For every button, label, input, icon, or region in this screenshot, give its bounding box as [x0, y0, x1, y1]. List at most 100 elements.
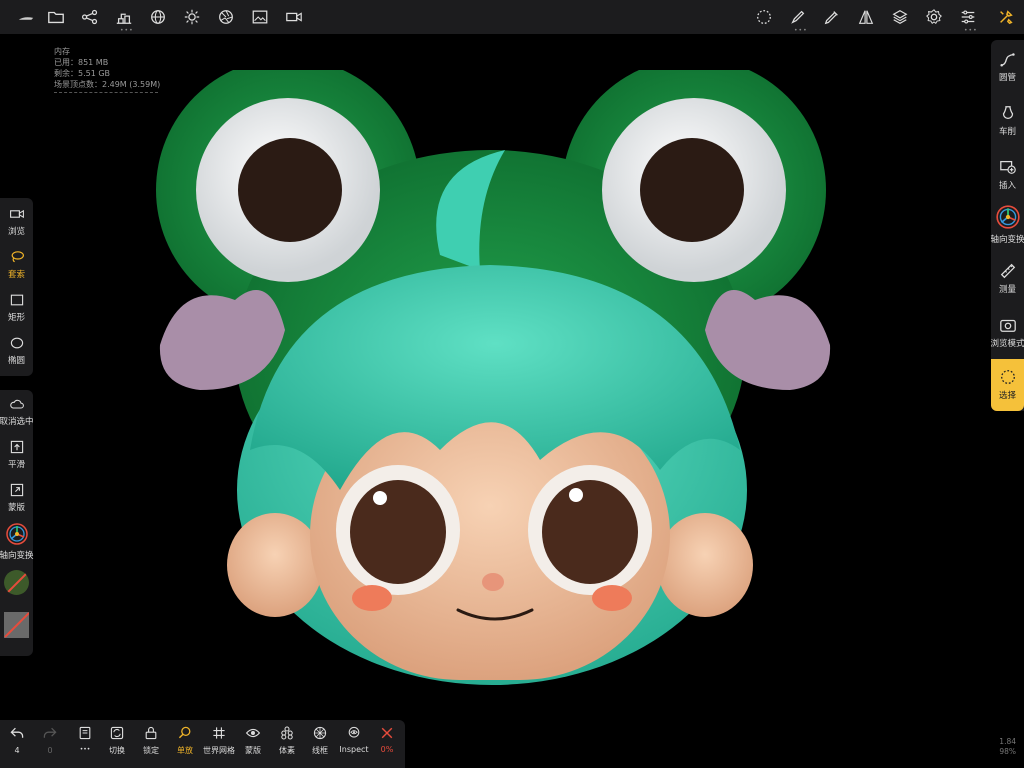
- brush-more-dots: •••: [794, 27, 808, 34]
- tool-lasso-label: 套索: [7, 270, 25, 280]
- globe-icon[interactable]: [146, 5, 170, 29]
- tool-browse[interactable]: 浏览: [0, 206, 33, 237]
- brush-icon[interactable]: [786, 5, 810, 29]
- tool-measure-label: 测量: [998, 285, 1016, 295]
- tool-lathe[interactable]: 车削: [991, 104, 1024, 137]
- sun-icon[interactable]: [180, 5, 204, 29]
- scene-tree-icon[interactable]: [78, 5, 102, 29]
- mask-visibility-label: 蒙版: [245, 746, 261, 755]
- solo-label: 单放: [177, 746, 193, 755]
- grid-icon: [213, 727, 225, 739]
- action-deselect[interactable]: 取消选中: [0, 396, 34, 427]
- bottom-toolbar: 4 0 ••• 切换 锁定 单放 世界网格 蒙版 体素 线框 Inspect 0…: [0, 720, 405, 768]
- tool-tube[interactable]: 圆管: [991, 50, 1024, 83]
- gizmo-icon: [5, 523, 28, 545]
- camera-icon: [9, 209, 24, 219]
- sliders-icon[interactable]: [956, 5, 980, 29]
- sliders-more-dots: •••: [964, 27, 978, 34]
- ellipse-icon: [10, 337, 23, 349]
- tools-icon[interactable]: [994, 5, 1018, 29]
- voxel-label: 体素: [279, 746, 295, 755]
- top-toolbar: ••• ••• •••: [0, 0, 1024, 34]
- inspect-icon: [348, 726, 360, 738]
- redo-button[interactable]: 0: [33, 725, 67, 755]
- render-stats: 1.84 98%: [999, 737, 1016, 757]
- tool-measure[interactable]: 测量: [991, 262, 1024, 295]
- search-icon: [178, 726, 191, 739]
- mask-visibility-button[interactable]: 蒙版: [236, 725, 270, 756]
- tool-ellipse-label: 椭圆: [7, 356, 25, 366]
- action-smooth[interactable]: 平滑: [0, 439, 33, 470]
- paint-icon[interactable]: [820, 5, 844, 29]
- memory-title: 内存: [54, 47, 70, 56]
- voxel-button[interactable]: 体素: [270, 725, 304, 756]
- material-swatch-matcap[interactable]: [4, 570, 29, 595]
- tool-gizmo[interactable]: 轴向变换: [991, 204, 1024, 245]
- layers-icon[interactable]: [888, 5, 912, 29]
- tool-lasso[interactable]: 套索: [0, 249, 33, 280]
- image-icon[interactable]: [248, 5, 272, 29]
- render-stat-1: 1.84: [999, 737, 1016, 746]
- clear-button[interactable]: 0%: [370, 725, 404, 754]
- clear-percent: 0%: [380, 745, 394, 754]
- dashed-select-icon[interactable]: [752, 5, 776, 29]
- tool-select[interactable]: 选择: [991, 368, 1024, 401]
- tool-lathe-label: 车削: [998, 127, 1016, 137]
- swatch-disabled-slash: [4, 570, 29, 595]
- action-gizmo[interactable]: 轴向变换: [0, 522, 34, 561]
- tube-icon: [999, 53, 1015, 67]
- wireframe-button[interactable]: 线框: [303, 725, 337, 756]
- settings-gear-icon[interactable]: [922, 5, 946, 29]
- world-grid-label: 世界网格: [203, 746, 235, 755]
- inspect-button[interactable]: Inspect: [337, 725, 371, 754]
- lock-label: 锁定: [143, 746, 159, 755]
- rectangle-icon: [10, 294, 23, 306]
- swatch-disabled-slash: [4, 612, 29, 638]
- action-smooth-label: 平滑: [7, 460, 25, 470]
- action-deselect-label: 取消选中: [0, 417, 34, 427]
- tool-browse-label: 浏览: [7, 227, 25, 237]
- swap-icon: [110, 726, 124, 740]
- mask-icon: [10, 483, 23, 497]
- select-icon: [1000, 370, 1015, 384]
- left-panel-actions: 取消选中 平滑 蒙版 轴向变换: [0, 390, 34, 656]
- aperture-icon[interactable]: [214, 5, 238, 29]
- folder-icon[interactable]: [44, 5, 68, 29]
- left-panel-selection: 浏览 套索 矩形 椭圆: [0, 198, 33, 376]
- action-mask[interactable]: 蒙版: [0, 482, 33, 513]
- tool-browse-mode[interactable]: 浏览模式: [991, 316, 1024, 349]
- lasso-icon: [11, 251, 24, 263]
- tool-rectangle[interactable]: 矩形: [0, 292, 33, 323]
- close-icon: [381, 727, 393, 739]
- memory-used: 已用：851 MB: [54, 58, 109, 67]
- history-more-dots: •••: [79, 746, 91, 753]
- tool-tube-label: 圆管: [998, 73, 1016, 83]
- insert-icon: [999, 160, 1016, 174]
- video-camera-icon[interactable]: [282, 5, 306, 29]
- toggle-label: 切换: [109, 746, 125, 755]
- undo-button[interactable]: 4: [0, 725, 34, 755]
- tool-select-highlight[interactable]: 选择: [991, 359, 1024, 411]
- lathe-icon: [1002, 106, 1013, 120]
- tool-insert[interactable]: 插入: [991, 158, 1024, 191]
- symmetry-icon[interactable]: [854, 5, 878, 29]
- tool-select-label: 选择: [998, 391, 1016, 401]
- eye-icon: [245, 728, 261, 738]
- app-logo-icon[interactable]: [14, 5, 38, 29]
- toggle-button[interactable]: 切换: [100, 725, 134, 756]
- undo-icon: [10, 727, 24, 738]
- solo-button[interactable]: 单放: [168, 725, 202, 756]
- primitives-more-dots: •••: [120, 27, 134, 34]
- tool-insert-label: 插入: [998, 181, 1016, 191]
- material-swatch-color[interactable]: [4, 612, 29, 638]
- smooth-icon: [10, 440, 23, 454]
- primitives-icon[interactable]: [112, 5, 136, 29]
- world-grid-button[interactable]: 世界网格: [202, 725, 236, 756]
- undo-count: 4: [14, 746, 20, 755]
- lock-button[interactable]: 锁定: [134, 725, 168, 756]
- history-button[interactable]: •••: [68, 725, 102, 753]
- tool-ellipse[interactable]: 椭圆: [0, 335, 33, 366]
- wireframe-icon: [313, 726, 327, 740]
- viewport-3d-model[interactable]: [140, 70, 840, 690]
- action-mask-label: 蒙版: [7, 503, 25, 513]
